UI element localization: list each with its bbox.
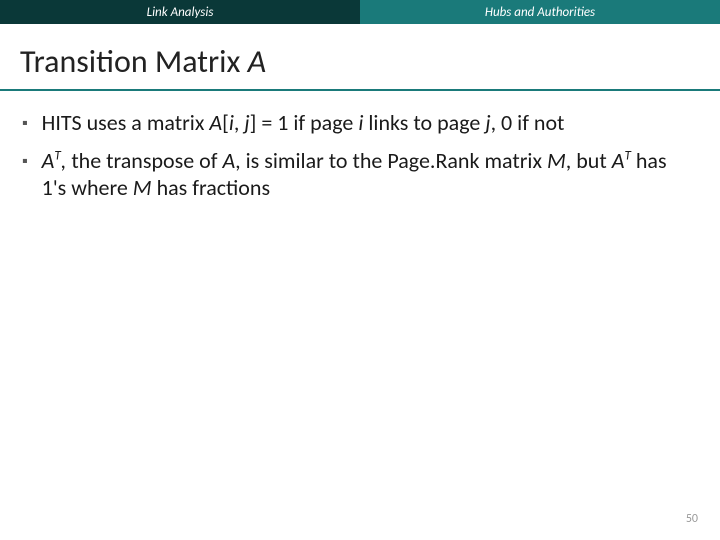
bullet-marker-icon: ▪ <box>22 147 28 202</box>
slide-header: Link Analysis Hubs and Authorities <box>0 0 720 24</box>
slide-content: ▪ HITS uses a matrix A[i, j] = 1 if page… <box>0 91 720 202</box>
header-left-section: Link Analysis <box>0 0 360 24</box>
title-variable: A <box>248 42 267 81</box>
bullet-text: AT, the transpose of A, is similar to th… <box>42 147 692 202</box>
bullet-text: HITS uses a matrix A[i, j] = 1 if page i… <box>42 109 692 137</box>
header-left-text: Link Analysis <box>147 5 214 20</box>
bullet-item: ▪ AT, the transpose of A, is similar to … <box>40 147 692 202</box>
slide-title: Transition Matrix A <box>0 24 720 89</box>
header-right-section: Hubs and Authorities <box>360 0 720 24</box>
bullet-marker-icon: ▪ <box>22 109 28 137</box>
title-prefix: Transition Matrix <box>20 42 248 81</box>
header-right-text: Hubs and Authorities <box>485 5 595 20</box>
bullet-item: ▪ HITS uses a matrix A[i, j] = 1 if page… <box>40 109 692 137</box>
page-number: 50 <box>686 512 698 526</box>
